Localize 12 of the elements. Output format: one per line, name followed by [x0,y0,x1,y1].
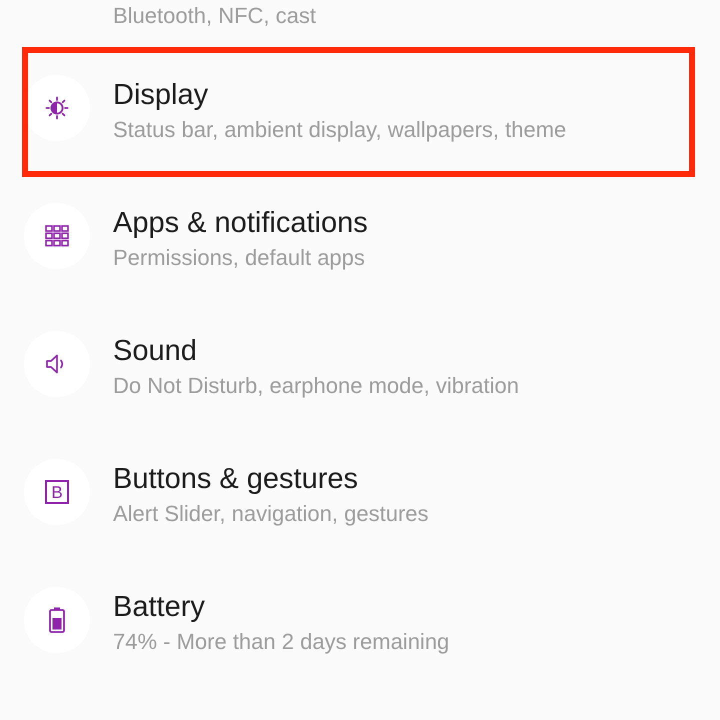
item-title: Apps & notifications [113,206,368,240]
item-subtitle: Status bar, ambient display, wallpapers, theme [113,116,566,144]
item-title: Display [113,78,210,112]
item-title: Battery [113,590,206,624]
item-subtitle: Permissions, default apps [113,244,366,272]
item-subtitle: Alert Slider, navigation, gestures [113,500,429,528]
item-subtitle: 74% - More than 2 days remaining [113,628,450,656]
letter-icon: B [24,459,90,525]
item-title: Buttons & gestures [113,462,360,496]
item-title: Sound [113,334,198,368]
item-subtitle: Do Not Disturb, earphone mode, vibration [113,372,519,400]
item-subtitle: Bluetooth, NFC, cast [113,2,316,30]
